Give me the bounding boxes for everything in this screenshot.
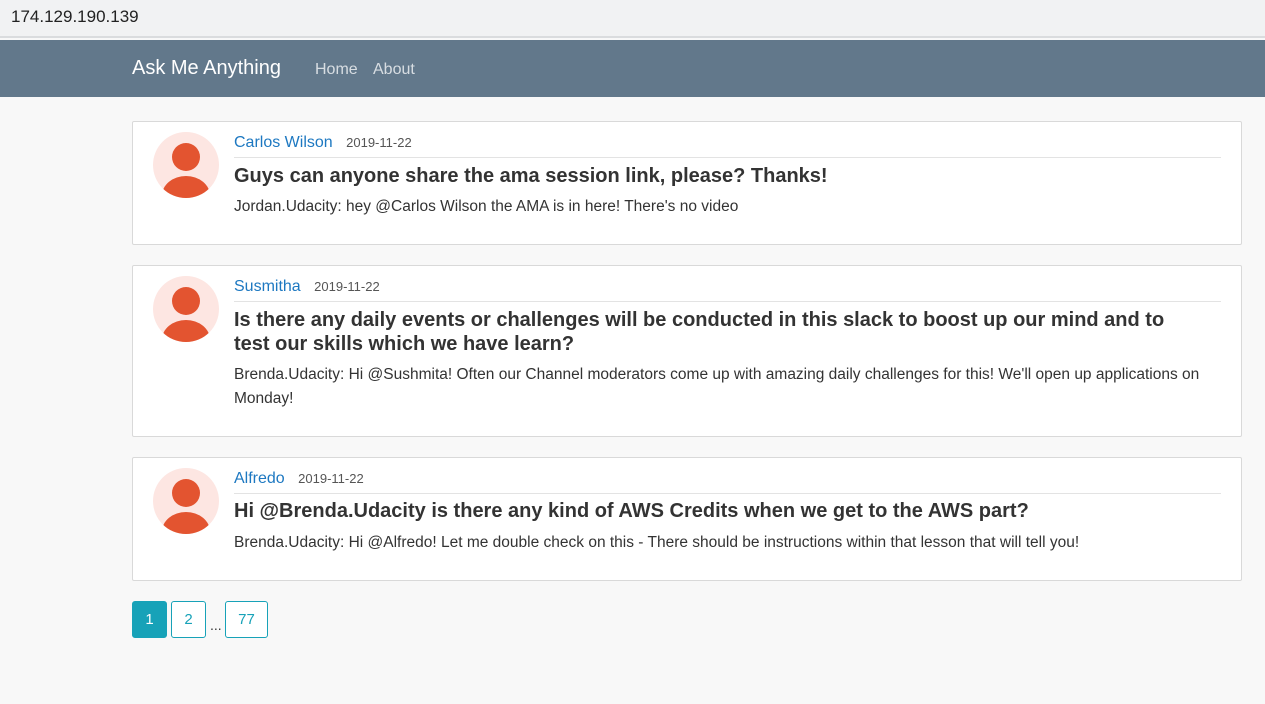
page-button-77[interactable]: 77	[225, 601, 268, 638]
post-question: Guys can anyone share the ama session li…	[234, 165, 828, 187]
nav-link-home[interactable]: Home	[315, 61, 358, 79]
post-meta: Alfredo 2019-11-22	[234, 470, 1221, 494]
avatar-icon	[153, 468, 219, 534]
pagination-ellipsis: ...	[210, 617, 222, 633]
post-answer: Jordan.Udacity: hey @Carlos Wilson the A…	[234, 198, 739, 215]
post-author[interactable]: Alfredo	[234, 470, 285, 487]
post-answer: Brenda.Udacity: Hi @Alfredo! Let me doub…	[234, 534, 1080, 551]
post-meta: Susmitha 2019-11-22	[234, 278, 1221, 302]
post-date: 2019-11-22	[298, 471, 364, 486]
post-question: Hi @Brenda.Udacity is there any kind of …	[234, 500, 1029, 522]
avatar-icon	[153, 276, 219, 342]
post-author[interactable]: Carlos Wilson	[234, 134, 333, 151]
post-meta: Carlos Wilson 2019-11-22	[234, 134, 1221, 158]
post-card: Carlos Wilson 2019-11-22 Guys can anyone…	[132, 121, 1242, 245]
avatar-icon	[153, 132, 219, 198]
page-button-2[interactable]: 2	[171, 601, 206, 638]
post-card: Susmitha 2019-11-22 Is there any daily e…	[132, 265, 1242, 437]
post-answer: Brenda.Udacity: Hi @Sushmita! Often our …	[234, 366, 1200, 407]
post-author[interactable]: Susmitha	[234, 278, 301, 295]
post-question: Is there any daily events or challenges …	[234, 309, 1165, 355]
brand-title[interactable]: Ask Me Anything	[132, 57, 281, 80]
url-text: 174.129.190.139	[11, 7, 139, 26]
post-date: 2019-11-22	[314, 279, 380, 294]
post-date: 2019-11-22	[346, 135, 412, 150]
address-bar[interactable]: 174.129.190.139	[0, 0, 1265, 38]
post-card: Alfredo 2019-11-22 Hi @Brenda.Udacity is…	[132, 457, 1242, 581]
navbar: Ask Me Anything Home About	[0, 40, 1265, 97]
nav-link-about[interactable]: About	[373, 61, 415, 79]
page-button-1[interactable]: 1	[132, 601, 167, 638]
